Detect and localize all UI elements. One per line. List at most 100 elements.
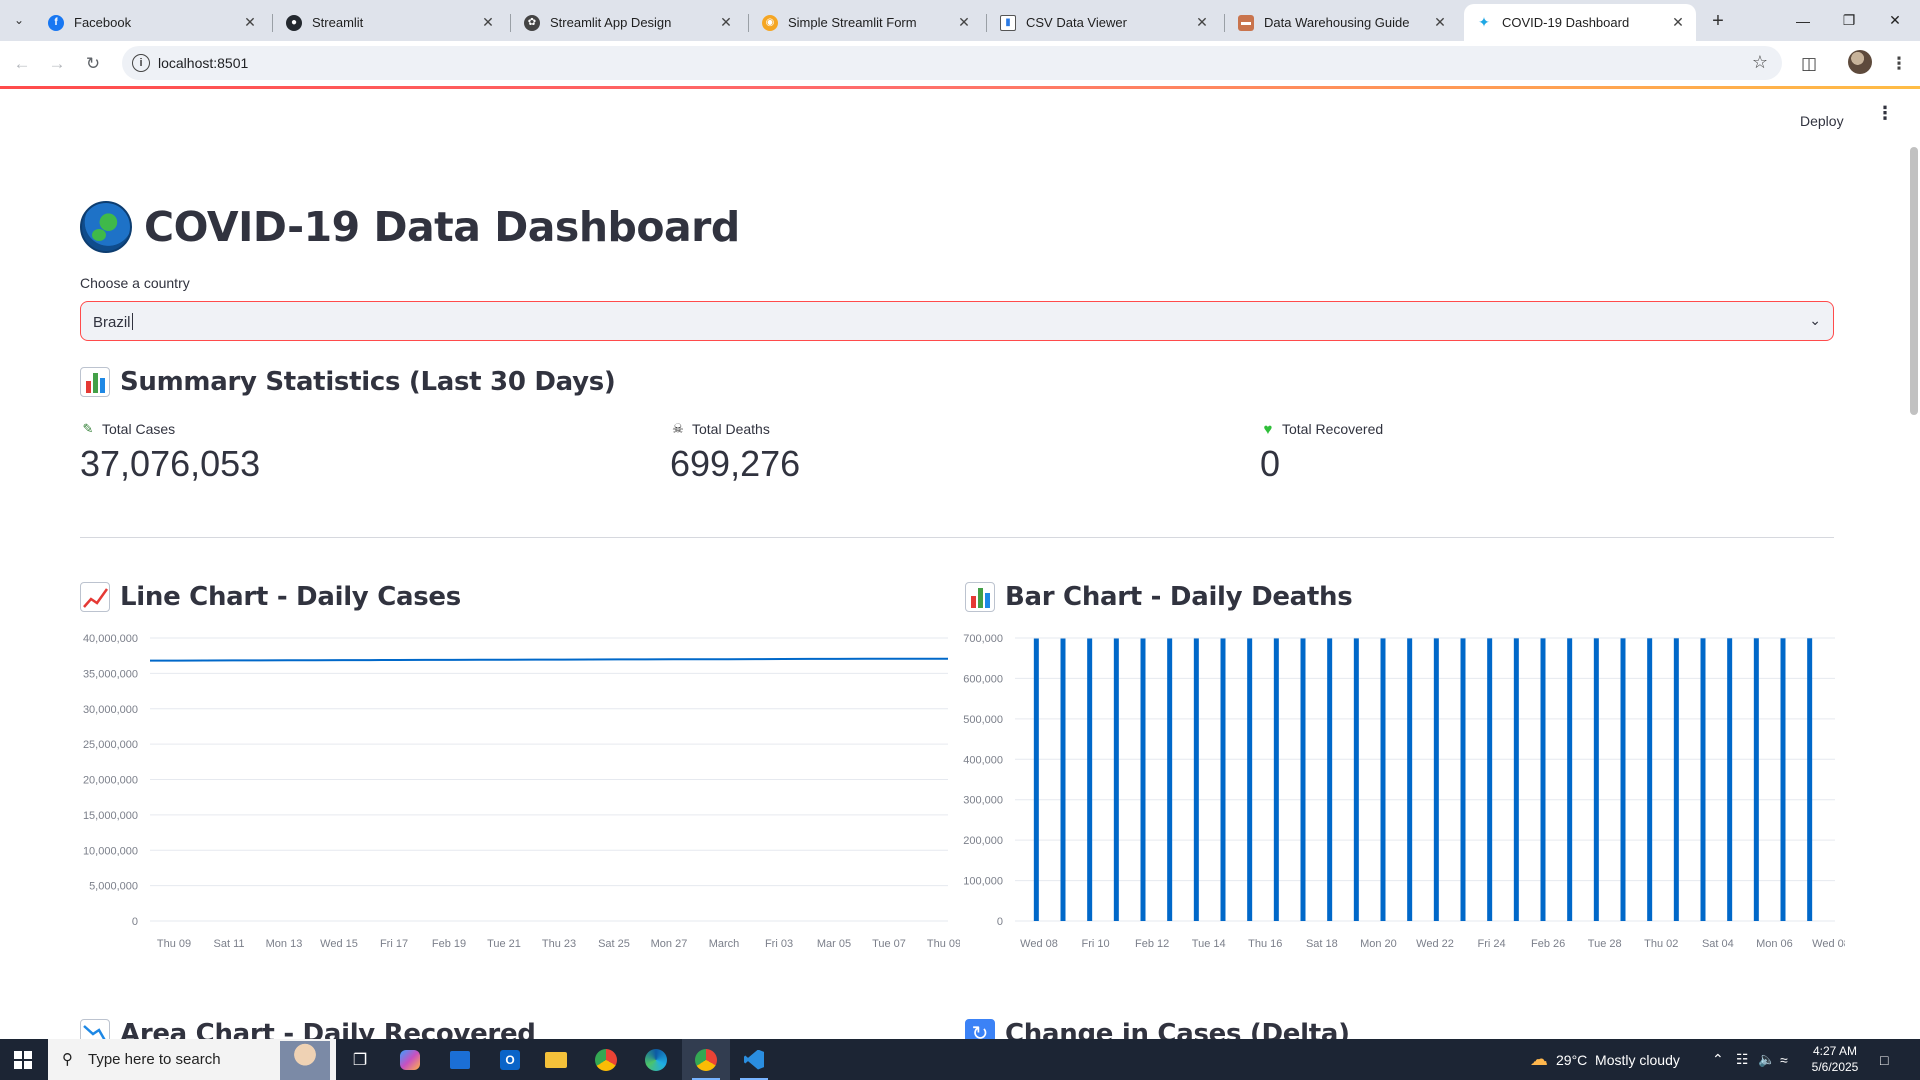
bookmark-star-icon[interactable]: ☆ <box>1752 52 1768 73</box>
x-tick-label: Fri 10 <box>1082 938 1110 950</box>
tab-streamlit-app-design[interactable]: ✿ Streamlit App Design ✕ <box>512 4 744 41</box>
close-tab-icon[interactable]: ✕ <box>718 14 734 31</box>
forward-arrow-icon[interactable]: → <box>44 51 70 77</box>
tab-covid-dashboard[interactable]: ✦ COVID-19 Dashboard ✕ <box>1464 4 1696 41</box>
tab-facebook[interactable]: f Facebook ✕ <box>36 4 268 41</box>
x-tick-label: Wed 15 <box>320 938 358 950</box>
x-tick-label: Mar 05 <box>817 938 851 950</box>
deploy-button[interactable]: Deploy <box>1800 113 1844 129</box>
weather-text: 29°C Mostly cloudy <box>1556 1051 1680 1068</box>
back-arrow-icon[interactable]: ← <box>9 51 35 77</box>
task-view-icon[interactable]: ❐ <box>336 1039 384 1080</box>
x-tick-label: Tue 28 <box>1588 938 1622 950</box>
chevron-down-icon[interactable]: ⌄ <box>1809 312 1821 329</box>
chrome-icon[interactable] <box>582 1039 630 1080</box>
area-chart-heading: Area Chart - Daily Recovered <box>120 1019 536 1039</box>
syringe-icon: ✎ <box>82 421 94 436</box>
close-tab-icon[interactable]: ✕ <box>1670 14 1686 31</box>
country-select[interactable]: Brazil ⌄ <box>80 301 1834 341</box>
bar-chart[interactable]: 0 100,000 200,000 300,000 400,000 500,000 600,… <box>945 626 1850 971</box>
bar <box>1167 638 1173 921</box>
x-tick-label: Fri 17 <box>380 938 408 950</box>
new-tab-plus-icon[interactable]: + <box>1704 7 1732 35</box>
browser-tab-bar: ⌄ f Facebook ✕ ● Streamlit ✕ ✿ Streamlit… <box>0 0 1920 41</box>
bar <box>1700 638 1706 921</box>
bar-chart-emoji-icon <box>965 582 995 612</box>
tab-title: CSV Data Viewer <box>1026 15 1127 30</box>
y-tick-label: 0 <box>132 916 138 928</box>
chart-icon: ▮ <box>1000 14 1016 31</box>
bar <box>1807 638 1813 921</box>
metric-label: Total Cases <box>102 421 176 437</box>
site-info-icon[interactable]: i <box>132 54 150 72</box>
bar <box>1487 638 1493 921</box>
show-hidden-icons-chevron-icon[interactable]: ⌃ <box>1712 1039 1724 1080</box>
emoji-bar <box>86 381 91 393</box>
volume-icon[interactable]: 🔈 <box>1758 1039 1775 1080</box>
close-tab-icon[interactable]: ✕ <box>242 14 258 31</box>
microsoft-store-icon[interactable] <box>436 1039 484 1080</box>
close-tab-icon[interactable]: ✕ <box>1194 14 1210 31</box>
wifi-icon[interactable]: ≈ <box>1780 1039 1788 1080</box>
close-tab-icon[interactable]: ✕ <box>1432 14 1448 31</box>
vscode-icon[interactable] <box>730 1039 778 1080</box>
taskbar-search[interactable]: ⚲ Type here to search <box>48 1039 336 1080</box>
bar <box>1300 638 1306 921</box>
tab-data-warehousing-guide[interactable]: ▬ Data Warehousing Guide ✕ <box>1226 4 1458 41</box>
extensions-puzzle-icon[interactable]: ◫ <box>1796 51 1822 77</box>
copilot-icon[interactable] <box>386 1039 434 1080</box>
profile-avatar[interactable] <box>1848 50 1872 74</box>
file-explorer-icon[interactable] <box>532 1039 580 1080</box>
chrome-profile-icon[interactable] <box>682 1039 730 1080</box>
browser-menu-icon[interactable]: ⋮ <box>1886 51 1912 77</box>
x-tick-label: Wed 08 <box>1020 938 1058 950</box>
x-tick-label: Mon 06 <box>1756 938 1793 950</box>
line-chart[interactable]: 0 5,000,000 10,000,000 15,000,000 20,000,000… <box>60 626 961 971</box>
globe-icon <box>80 201 132 253</box>
line-chart-heading-row: Line Chart - Daily Cases <box>80 582 461 612</box>
bar <box>1727 638 1733 921</box>
country-select-label: Choose a country <box>80 275 190 291</box>
x-tick-label: Sat 18 <box>1306 938 1338 950</box>
tab-streamlit[interactable]: ● Streamlit ✕ <box>274 4 506 41</box>
bar-chart-svg: 0 100,000 200,000 300,000 400,000 500,000 600,… <box>963 633 1850 950</box>
windows-start-icon[interactable] <box>0 1039 46 1080</box>
windows-logo <box>14 1050 32 1069</box>
y-tick-label: 100,000 <box>963 876 1003 888</box>
bar <box>1567 638 1573 921</box>
facebook-icon: f <box>48 14 64 31</box>
weather-widget[interactable]: ☁ 29°C Mostly cloudy <box>1530 1039 1680 1080</box>
url-text: localhost:8501 <box>158 55 249 71</box>
close-tab-icon[interactable]: ✕ <box>480 14 496 31</box>
summary-heading: Summary Statistics (Last 30 Days) <box>120 367 616 397</box>
system-clock[interactable]: 4:27 AM 5/6/2025 <box>1800 1043 1870 1075</box>
page-scrollbar[interactable] <box>1910 147 1918 415</box>
close-tab-icon[interactable]: ✕ <box>956 14 972 31</box>
outlook-icon[interactable]: O <box>486 1039 534 1080</box>
y-tick-label: 600,000 <box>963 673 1003 685</box>
edge-icon[interactable] <box>632 1039 680 1080</box>
main-menu-icon[interactable]: ⋮ <box>1876 104 1894 122</box>
line-chart-heading: Line Chart - Daily Cases <box>120 582 461 612</box>
tab-simple-streamlit-form[interactable]: ◉ Simple Streamlit Form ✕ <box>750 4 982 41</box>
minimize-icon[interactable]: — <box>1780 0 1826 41</box>
x-tick-label: Tue 07 <box>872 938 906 950</box>
tab-title: Data Warehousing Guide <box>1264 15 1410 30</box>
country-select-value[interactable]: Brazil <box>93 313 133 331</box>
reload-icon[interactable]: ↻ <box>80 51 106 77</box>
tab-search-chevron-icon[interactable]: ⌄ <box>8 9 30 31</box>
close-window-icon[interactable]: ✕ <box>1872 0 1918 41</box>
tab-csv-data-viewer[interactable]: ▮ CSV Data Viewer ✕ <box>988 4 1220 41</box>
page-title-row: COVID-19 Data Dashboard <box>80 201 740 253</box>
network-icon[interactable]: ☷ <box>1736 1039 1749 1080</box>
bar <box>1327 638 1333 921</box>
notifications-icon[interactable]: □ <box>1880 1039 1888 1080</box>
chart-decreasing-emoji-icon <box>80 1019 110 1039</box>
y-tick-label: 700,000 <box>963 633 1003 645</box>
address-bar[interactable]: i localhost:8501 ☆ <box>122 46 1782 80</box>
restore-icon[interactable]: ❐ <box>1826 0 1872 41</box>
x-tick-label: Thu 16 <box>1248 938 1282 950</box>
x-tick-label: Feb 12 <box>1135 938 1169 950</box>
bar <box>1407 638 1413 921</box>
y-tick-label: 35,000,000 <box>83 668 138 680</box>
